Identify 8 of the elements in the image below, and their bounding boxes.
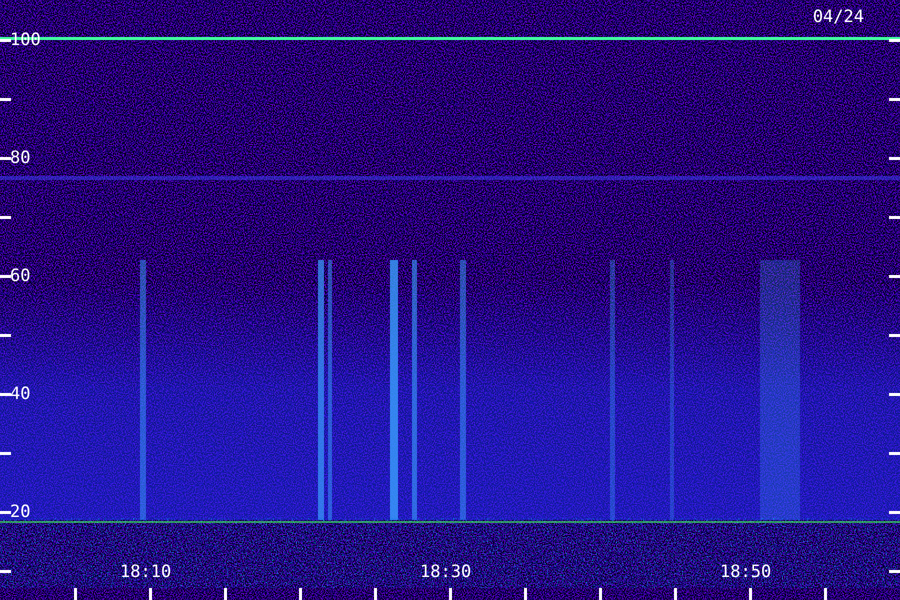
frequency-axis-label: 40 xyxy=(10,385,30,403)
time-axis-label: 18:10 xyxy=(120,563,172,581)
time-axis-label: 18:50 xyxy=(720,563,772,581)
frequency-axis-label: 80 xyxy=(10,149,30,167)
date-label: 04/24 xyxy=(812,8,864,26)
frequency-axis-label: 60 xyxy=(10,267,30,285)
frequency-axis-label: 100 xyxy=(10,31,41,49)
frequency-axis-label: 20 xyxy=(10,503,30,521)
